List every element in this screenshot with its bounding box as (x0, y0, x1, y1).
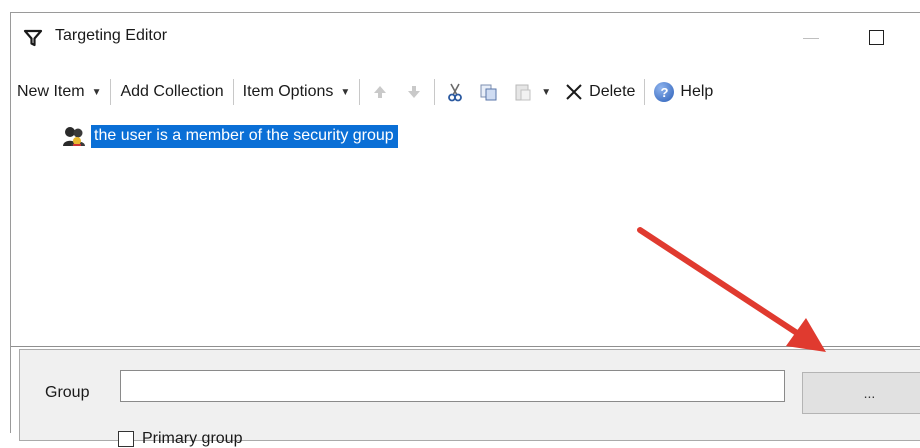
primary-group-label: Primary group (142, 430, 243, 447)
primary-group-option[interactable]: Primary group (118, 430, 242, 448)
move-down-button[interactable] (397, 77, 431, 107)
help-label: Help (680, 83, 714, 100)
arrow-down-icon (408, 86, 421, 98)
toolbar-separator (644, 79, 646, 105)
delete-x-icon (566, 84, 582, 100)
copy-button[interactable] (472, 77, 506, 107)
properties-panel: Group ... Primary group (19, 349, 920, 447)
arrow-up-icon (374, 86, 387, 98)
cut-button[interactable] (438, 77, 472, 107)
group-label: Group (45, 384, 90, 401)
toolbar-separator (232, 79, 234, 105)
maximize-button[interactable] (863, 23, 903, 53)
toolbar: New Item ▼ Add Collection Item Options ▼ (11, 73, 920, 111)
help-button[interactable]: ? Help (648, 77, 719, 107)
move-up-button[interactable] (363, 77, 397, 107)
paste-icon (515, 84, 531, 101)
targeting-editor-window: Targeting Editor New Item ▼ Add Collecti… (10, 12, 920, 447)
primary-group-checkbox[interactable] (118, 431, 134, 447)
chevron-down-icon: ▼ (340, 86, 351, 98)
toolbar-separator (359, 79, 361, 105)
chevron-down-icon: ▼ (91, 86, 102, 98)
new-item-button[interactable]: New Item ▼ (11, 77, 107, 107)
minimize-button[interactable] (791, 23, 831, 53)
paste-button[interactable]: ▼ (506, 77, 557, 107)
window-title: Targeting Editor (55, 27, 168, 44)
filter-icon (23, 29, 43, 47)
toolbar-separator (434, 79, 436, 105)
new-item-label: New Item (17, 83, 85, 100)
chevron-down-icon: ▼ (541, 86, 552, 98)
help-icon: ? (654, 82, 675, 102)
targeting-items-tree: the user is a member of the security gro… (11, 116, 920, 347)
title-bar: Targeting Editor (11, 13, 920, 61)
copy-icon (480, 84, 497, 101)
item-options-label: Item Options (242, 83, 334, 100)
security-group-icon (63, 127, 85, 146)
group-input[interactable] (120, 370, 785, 402)
delete-label: Delete (589, 83, 636, 100)
add-collection-label: Add Collection (120, 83, 224, 100)
add-collection-button[interactable]: Add Collection (114, 77, 229, 107)
toolbar-separator (110, 79, 112, 105)
scissors-icon (448, 83, 463, 102)
tree-item[interactable]: the user is a member of the security gro… (61, 124, 398, 148)
delete-button[interactable]: Delete (557, 77, 641, 107)
browse-button[interactable]: ... (802, 372, 920, 414)
tree-item-label: the user is a member of the security gro… (91, 124, 398, 148)
item-options-button[interactable]: Item Options ▼ (237, 77, 357, 107)
